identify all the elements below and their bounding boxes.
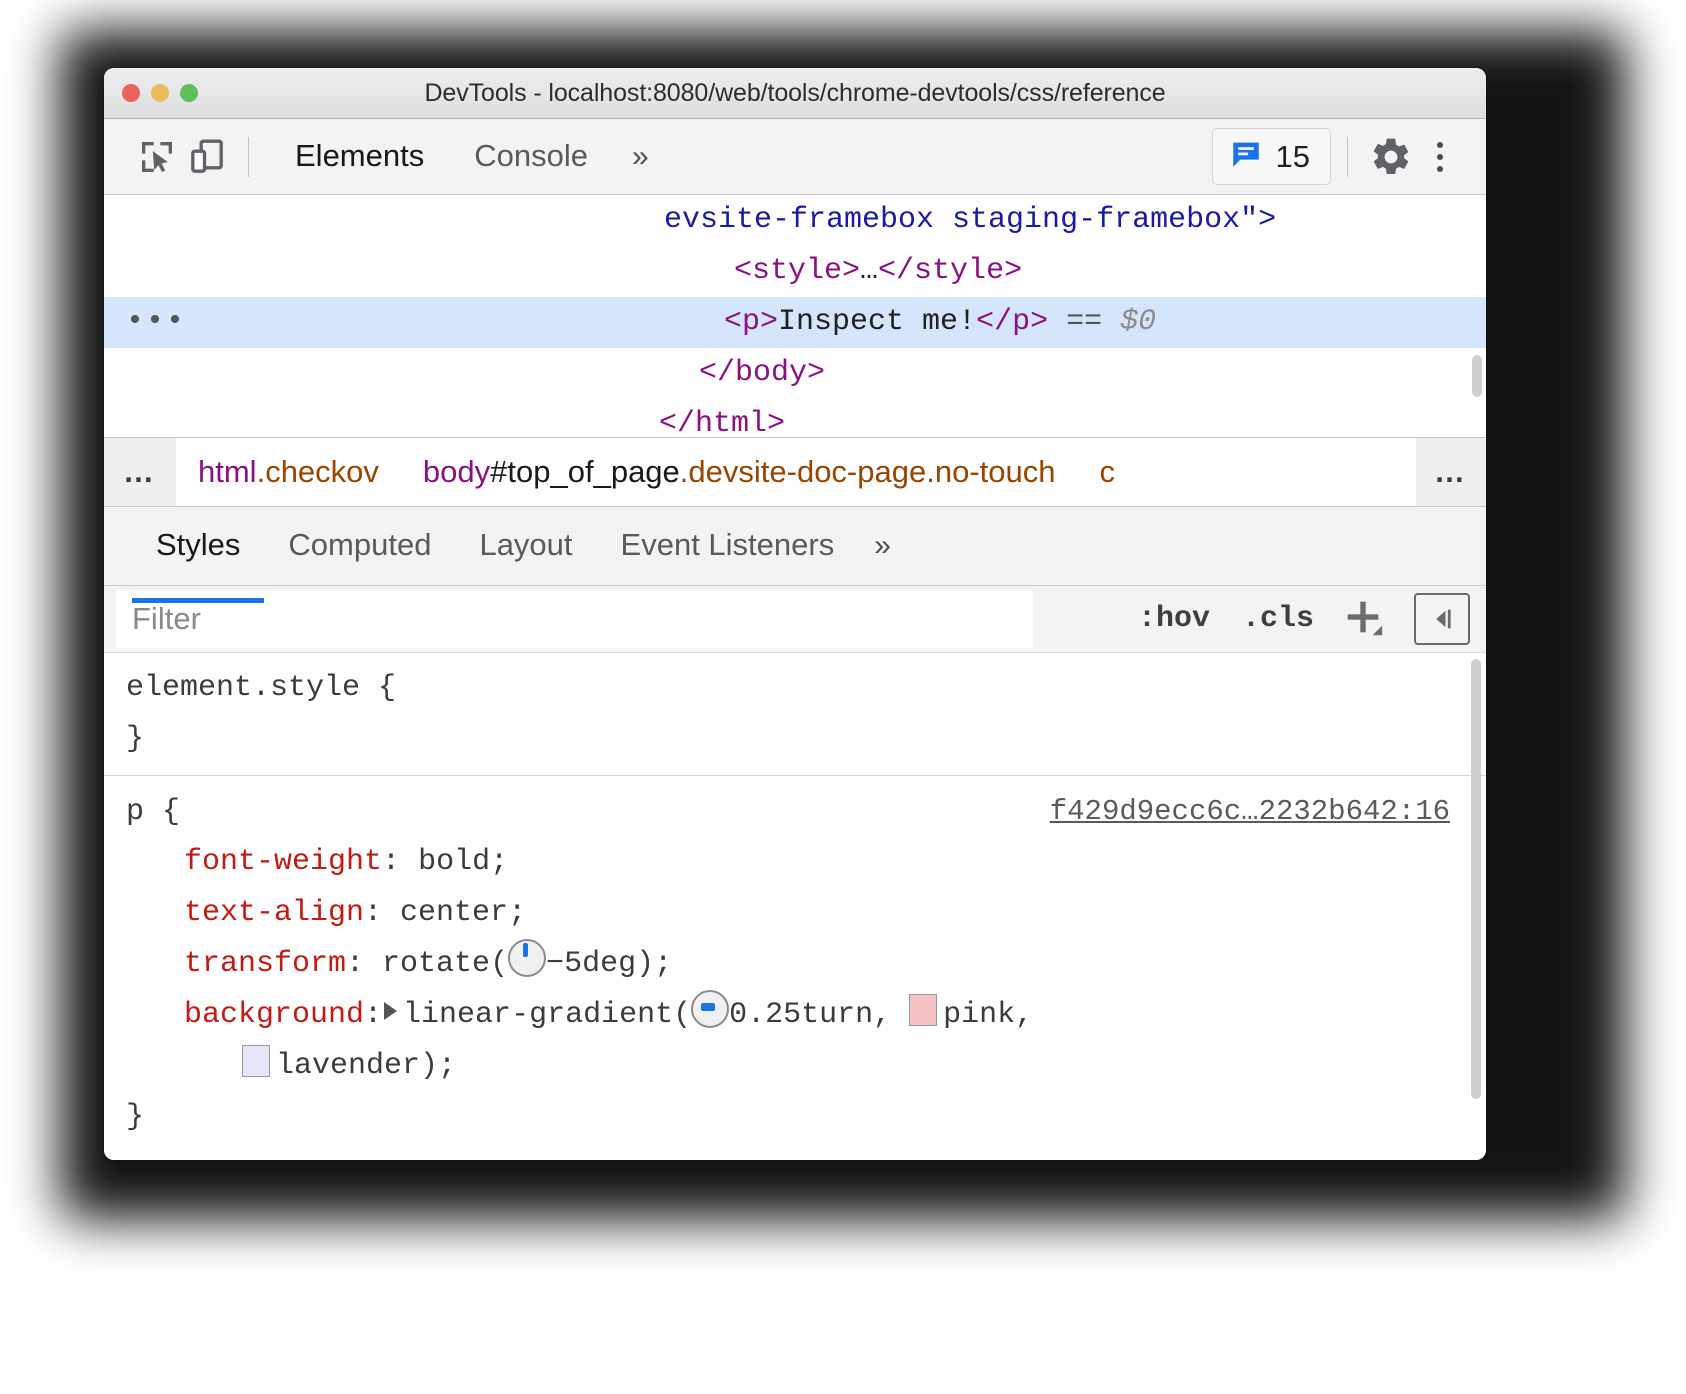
toggle-sidebar-icon[interactable] (1414, 593, 1470, 645)
device-toolbar-icon[interactable] (182, 132, 232, 182)
breadcrumb-classes: .checkov (257, 454, 379, 489)
dom-close-tag: </body> (699, 356, 825, 390)
message-bubble-icon (1229, 137, 1263, 176)
gradient-angle-widget-icon[interactable] (691, 990, 729, 1028)
declaration-transform[interactable]: transform: rotate(−5deg); (126, 939, 1486, 990)
dom-row[interactable]: evsite-framebox staging-framebox"> (104, 195, 1486, 246)
angle-clock-widget-icon[interactable] (508, 939, 546, 977)
color-name-pink[interactable]: pink, (943, 998, 1033, 1032)
rule-header: p { f429d9ecc6c…2232b642:16 (126, 786, 1486, 837)
toggle-pseudo-classes-button[interactable]: :hov (1122, 596, 1226, 642)
rule-stylesheet-origin-link[interactable]: f429d9ecc6c…2232b642:16 (1050, 786, 1450, 837)
declaration-value-angle[interactable]: 0.25turn, (729, 998, 909, 1032)
sidebar-pane-tabs: Styles Computed Layout Event Listeners » (104, 507, 1486, 586)
dom-row-selected[interactable]: ••• <p>Inspect me!</p> == $0 (104, 297, 1486, 348)
breadcrumb-classes: .devsite-doc-page.no-touch (680, 454, 1056, 489)
toolbar-divider (248, 137, 249, 177)
style-rule-element-style[interactable]: element.style { } (104, 653, 1486, 775)
declaration-property[interactable]: transform (184, 947, 346, 981)
declaration-font-weight[interactable]: font-weight: bold; (126, 837, 1486, 888)
window-titlebar: DevTools - localhost:8080/web/tools/chro… (104, 68, 1486, 119)
inspect-element-icon[interactable] (132, 132, 182, 182)
dom-tree-panel[interactable]: evsite-framebox staging-framebox"> <styl… (104, 195, 1486, 438)
breadcrumb-tag: c (1099, 454, 1115, 489)
page-root: DevTools - localhost:8080/web/tools/chro… (0, 0, 1686, 1394)
dom-close-tag: </html> (659, 407, 785, 438)
dom-row[interactable]: </body> (104, 348, 1486, 399)
breadcrumb-item-html[interactable]: html.checkov (176, 454, 401, 490)
maximize-window-button[interactable] (180, 84, 198, 102)
color-name-lavender[interactable]: lavender); (276, 1049, 456, 1083)
window-title: DevTools - localhost:8080/web/tools/chro… (104, 79, 1486, 108)
declaration-background-continued[interactable]: lavender); (126, 1041, 1486, 1092)
dom-row[interactable]: <style>…</style> (104, 246, 1486, 297)
toolbar-right-group: 15 (1212, 128, 1462, 185)
dom-text-node: Inspect me! (778, 305, 976, 339)
toggle-element-classes-button[interactable]: .cls (1226, 596, 1330, 642)
rule-selector[interactable]: p { (126, 787, 180, 838)
message-count-label: 15 (1276, 139, 1310, 175)
styles-pane-scrollbar[interactable] (1471, 659, 1481, 1099)
minimize-window-button[interactable] (151, 84, 169, 102)
rule-selector[interactable]: element.style { (126, 663, 1486, 714)
tab-event-listeners[interactable]: Event Listeners (597, 509, 859, 583)
declaration-text-align[interactable]: text-align: center; (126, 888, 1486, 939)
expand-shorthand-icon[interactable] (384, 1002, 397, 1020)
dom-console-ref: $0 (1120, 305, 1156, 339)
tab-elements[interactable]: Elements (273, 122, 446, 192)
style-rule-p[interactable]: p { f429d9ecc6c…2232b642:16 font-weight:… (104, 776, 1486, 1153)
declaration-background[interactable]: background:linear-gradient(0.25turn, pin… (126, 990, 1486, 1041)
dom-close-tag: </p> (976, 305, 1048, 339)
declaration-property[interactable]: font-weight (184, 845, 382, 879)
close-window-button[interactable] (122, 84, 140, 102)
declaration-value[interactable]: center; (400, 896, 526, 930)
tab-console[interactable]: Console (452, 122, 610, 192)
kebab-menu-icon[interactable] (1418, 130, 1462, 184)
breadcrumb-tag: body (423, 454, 490, 489)
declaration-property[interactable]: background (184, 998, 364, 1032)
devtools-main-toolbar: Elements Console » 15 (104, 119, 1486, 195)
declaration-value-prefix: rotate( (382, 947, 508, 981)
color-swatch-pink[interactable] (909, 994, 937, 1026)
traffic-light-controls (122, 84, 198, 102)
dom-open-tag: <style> (734, 254, 860, 288)
dom-row[interactable]: </html> (104, 399, 1486, 438)
rule-close-brace: } (126, 1092, 1486, 1143)
dom-collapsed-ellipsis: … (860, 254, 878, 288)
tab-layout[interactable]: Layout (455, 509, 596, 583)
breadcrumb-tag: html (198, 454, 257, 489)
breadcrumb-item-next[interactable]: c (1077, 454, 1137, 490)
dom-open-tag: <p> (724, 305, 778, 339)
console-message-count-button[interactable]: 15 (1212, 128, 1331, 185)
tab-computed[interactable]: Computed (264, 509, 455, 583)
color-swatch-lavender[interactable] (242, 1045, 270, 1077)
dom-eq-marker: == (1066, 305, 1102, 339)
dom-attribute-value: evsite-framebox staging-framebox"> (664, 203, 1276, 237)
breadcrumb-overflow-right[interactable]: … (1416, 438, 1486, 506)
styles-filter-actions: :hov .cls (1122, 586, 1486, 652)
dom-tree-scrollbar[interactable] (1472, 355, 1482, 397)
declaration-value[interactable]: bold; (418, 845, 508, 879)
new-style-rule-button[interactable] (1330, 590, 1400, 649)
tab-styles[interactable]: Styles (132, 509, 264, 583)
toolbar-divider-right (1347, 137, 1348, 177)
dom-row-badge[interactable]: ••• (126, 297, 186, 348)
breadcrumb-overflow-left[interactable]: … (104, 438, 176, 506)
breadcrumb-id: #top_of_page (490, 454, 680, 489)
styles-rules-pane[interactable]: element.style { } p { f429d9ecc6c…2232b6… (104, 653, 1486, 1160)
gear-icon[interactable] (1364, 130, 1418, 184)
declaration-value-suffix[interactable]: −5deg); (546, 947, 672, 981)
declaration-property[interactable]: text-align (184, 896, 364, 930)
more-panels-chevron-icon[interactable]: » (616, 132, 665, 182)
more-panes-chevron-icon[interactable]: » (858, 521, 907, 571)
breadcrumb-item-body[interactable]: body#top_of_page.devsite-doc-page.no-tou… (401, 454, 1078, 490)
rule-close-brace: } (126, 714, 1486, 765)
breadcrumb: … html.checkov body#top_of_page.devsite-… (104, 438, 1486, 507)
dom-close-tag: </style> (878, 254, 1022, 288)
declaration-value-prefix: linear-gradient( (403, 998, 691, 1032)
panel-tab-list: Elements Console » (273, 122, 665, 192)
styles-filter-bar: :hov .cls (104, 586, 1486, 653)
devtools-window: DevTools - localhost:8080/web/tools/chro… (104, 68, 1486, 1160)
